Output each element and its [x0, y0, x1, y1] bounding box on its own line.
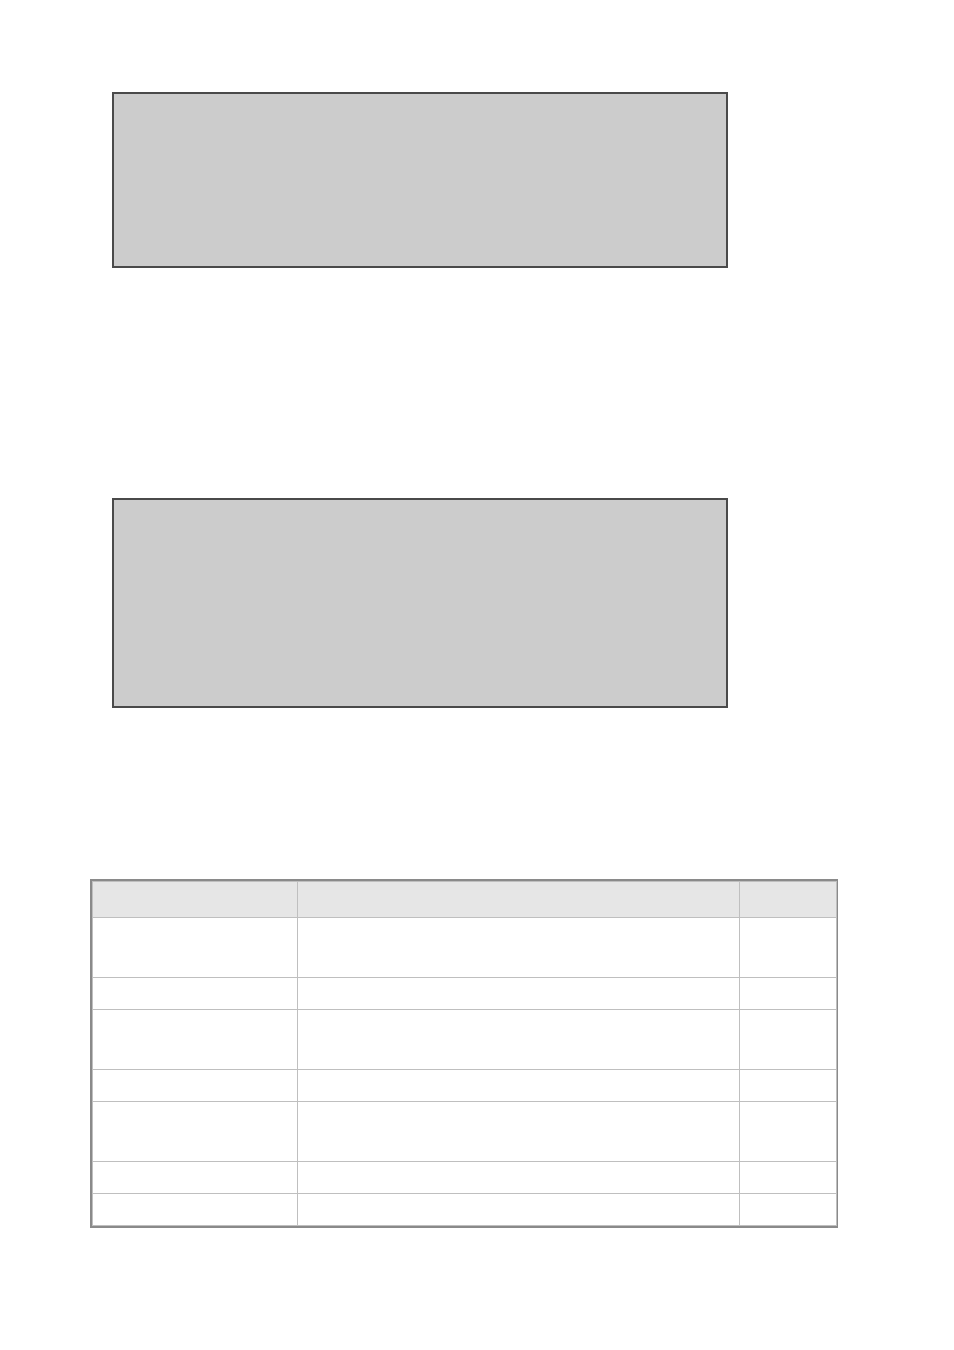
- cell: [740, 987, 746, 1001]
- cell: [298, 1125, 304, 1139]
- table-row: [93, 978, 837, 1010]
- panel-1: [112, 92, 728, 268]
- table-row: [93, 1102, 837, 1162]
- table-row: [93, 1162, 837, 1194]
- panel-2: [112, 498, 728, 708]
- table-header-1-text: [93, 893, 99, 907]
- cell: [298, 987, 304, 1001]
- cell: [740, 1171, 746, 1185]
- cell: [93, 941, 99, 955]
- cell: [298, 1171, 304, 1185]
- cell: [93, 1125, 99, 1139]
- table-header-3-text: [740, 893, 746, 907]
- table-row: [93, 1194, 837, 1226]
- table-header-2: [298, 882, 740, 918]
- cell: [298, 1079, 304, 1093]
- table-row: [93, 1010, 837, 1070]
- cell: [93, 1171, 99, 1185]
- table-header-3: [740, 882, 837, 918]
- table-header-row: [93, 882, 837, 918]
- table-header-2-text: [298, 893, 304, 907]
- panel-1-text: [114, 96, 120, 110]
- cell: [740, 941, 746, 955]
- data-table: [90, 879, 838, 1228]
- cell: [740, 1125, 746, 1139]
- table-row: [93, 918, 837, 978]
- cell: [93, 987, 99, 1001]
- table-row: [93, 1070, 837, 1102]
- table-header-1: [93, 882, 298, 918]
- cell: [740, 1033, 746, 1047]
- cell: [93, 1033, 99, 1047]
- cell: [298, 941, 304, 955]
- panel-2-text: [114, 502, 120, 516]
- cell: [93, 1079, 99, 1093]
- cell: [740, 1203, 746, 1217]
- cell: [298, 1203, 304, 1217]
- cell: [740, 1079, 746, 1093]
- cell: [93, 1203, 99, 1217]
- cell: [298, 1033, 304, 1047]
